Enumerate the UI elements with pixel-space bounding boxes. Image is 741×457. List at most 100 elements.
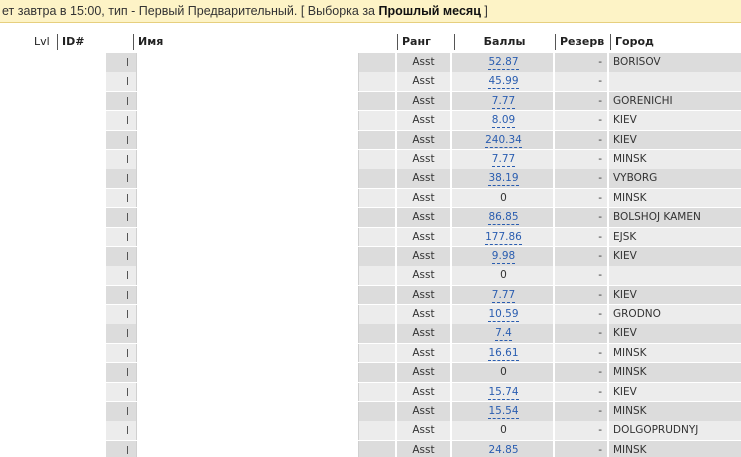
row-marker [125,189,131,208]
score-cell: 0 [454,266,553,285]
reserve-cell: - [555,285,607,305]
score-link[interactable]: 8.09 [491,114,516,129]
column-header-lvl[interactable]: Lvl [34,34,50,50]
reserve-cell: - [555,246,607,266]
reserve-cell: - [555,188,607,208]
id-cell [106,169,122,188]
reserve-cell: - [555,421,607,441]
score-value: 0 [500,269,507,282]
row-marker [125,92,131,111]
rank-cell: Asst [397,285,450,305]
city-cell: BORISOV [609,53,741,72]
name-cell-gap [359,382,395,402]
reserve-cell: - [555,208,607,227]
score-link[interactable]: 15.54 [488,405,519,420]
id-cell [106,130,122,150]
table-body: Asst 52.87- BORISOV Asst 45.99- Asst 7.77- GORE… [0,53,741,457]
row-marker [125,266,131,285]
name-cell-gap [359,130,395,150]
score-link[interactable]: 16.61 [488,347,519,361]
score-link[interactable]: 24.85 [488,444,519,457]
rank-cell: Asst [397,208,450,227]
id-cell [106,111,122,130]
row-marker [125,131,131,150]
banner-period: Прошлый месяц [378,4,481,18]
table-row: Asst 7.77 - GORENICHI [0,91,741,111]
row-marker-line [127,96,128,105]
row-marker [125,441,131,457]
table-row: Asst 16.61 - MINSK [0,343,741,363]
name-cell-gap [359,363,395,382]
city-cell: MINSK [609,363,741,382]
score-link[interactable]: 10.59 [488,308,519,323]
name-cell [136,149,359,169]
score-link[interactable]: 9.98 [491,250,516,264]
score-link[interactable]: 240.34 [485,134,522,148]
name-cell-gap [359,91,395,111]
score-cell: 240.34 [454,130,553,150]
id-cell [106,72,122,91]
table-row: Asst 15.54 - MINSK [0,402,741,421]
row-marker-line [127,387,128,396]
score-link[interactable]: 52.87 [488,56,519,70]
score-value: 0 [500,424,507,437]
rank-cell: Asst [397,169,450,188]
city-cell: VYBORG [609,169,741,188]
reserve-cell: - [555,324,607,344]
id-cell [106,208,122,227]
name-cell [136,343,359,363]
table-row: Asst 38.19 - VYBORG [0,169,741,188]
score-cell: 24.85 [454,440,553,457]
table-row: Asst 177.86 - EJSK [0,227,741,247]
row-marker-line [127,174,128,183]
rank-cell: Asst [397,343,450,363]
score-cell: 9.98 [454,246,553,266]
row-marker [125,169,131,188]
name-cell-gap [359,246,395,266]
column-header-reserve[interactable]: Резерв [555,34,604,50]
score-cell: 16.61 [454,343,553,363]
row-marker [125,53,131,72]
column-header-name[interactable]: Имя [133,34,163,50]
rank-cell: Asst [397,149,450,169]
name-cell-gap [359,53,395,72]
score-cell: 38.19 [454,169,553,188]
name-cell-gap [359,402,395,421]
row-marker-line [127,116,128,125]
name-cell [136,285,359,305]
name-cell [136,188,359,208]
rank-cell: Asst [397,363,450,382]
score-link[interactable]: 15.74 [488,386,519,400]
column-header-rank[interactable]: Ранг [397,34,431,50]
rank-cell: Asst [397,53,450,72]
score-cell: 86.85 [454,208,553,227]
column-header-city[interactable]: Город [610,34,654,50]
id-cell [106,149,122,169]
score-cell: 177.86 [454,227,553,247]
score-link[interactable]: 38.19 [488,172,519,187]
score-link[interactable]: 86.85 [488,211,519,226]
row-marker [125,72,131,91]
column-header-score[interactable]: Баллы [454,34,554,50]
name-cell [136,227,359,247]
reserve-cell: - [555,382,607,402]
reserve-cell: - [555,169,607,188]
rank-cell: Asst [397,305,450,324]
row-marker [125,247,131,266]
row-marker-line [127,154,128,163]
score-link[interactable]: 177.86 [485,231,522,245]
table-row: Asst 52.87 - BORISOV [0,53,741,72]
score-link[interactable]: 7.77 [491,289,516,303]
column-header-id[interactable]: ID# [57,34,84,50]
score-link[interactable]: 7.77 [491,95,516,109]
name-cell-gap [359,421,395,441]
row-marker [125,383,131,402]
reserve-cell: - [555,72,607,91]
score-link[interactable]: 7.77 [491,153,516,167]
row-marker [125,402,131,421]
rank-cell: Asst [397,246,450,266]
row-marker-line [127,368,128,377]
row-marker [125,228,131,247]
score-link[interactable]: 45.99 [488,75,519,90]
score-link[interactable]: 7.4 [495,327,512,342]
